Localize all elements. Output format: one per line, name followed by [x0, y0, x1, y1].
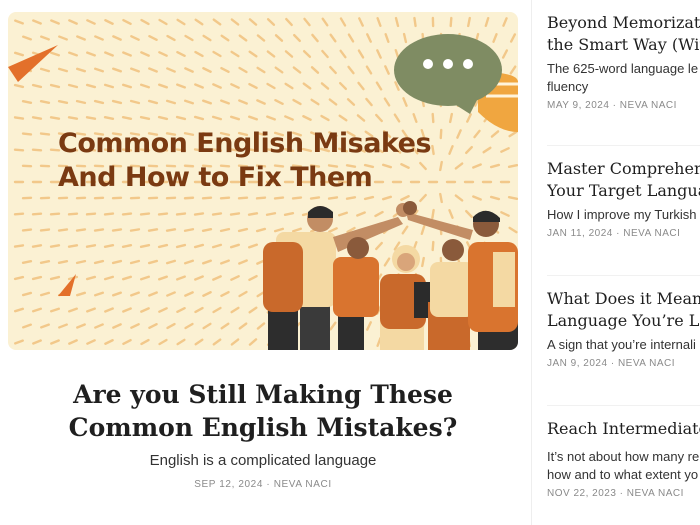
sidebar-post-title-line2[interactable]: the Smart Way (With	[547, 34, 700, 56]
meta-separator: ·	[616, 228, 620, 239]
sidebar-post-meta: JAN 11, 2024 · NEVA NACI	[547, 228, 700, 239]
sidebar-separator	[547, 405, 700, 406]
sidebar-post-title[interactable]: Master Comprehens Your Target Languag	[547, 158, 700, 202]
featured-title-line1[interactable]: Are you Still Making These	[73, 380, 453, 409]
sidebar-separator	[547, 145, 700, 146]
hero-headline: Common English Misakes And How to Fix Th…	[58, 127, 478, 195]
sidebar-separator	[547, 275, 700, 276]
sidebar-post-date: JAN 11, 2024	[547, 228, 613, 239]
sidebar-post-subtitle: A sign that you’re internali	[547, 337, 696, 352]
meta-separator: ·	[612, 100, 617, 111]
sidebar-post[interactable]: Reach Intermediate It’s not about how ma…	[547, 418, 700, 499]
sidebar-post-title-line1[interactable]: Reach Intermediate	[547, 418, 700, 440]
accent-triangle-left	[8, 45, 58, 82]
sidebar-post-title-line2[interactable]: Your Target Languag	[547, 180, 700, 202]
hero-headline-line2: And How to Fix Them	[58, 162, 373, 193]
sidebar-post[interactable]: Master Comprehens Your Target Languag Ho…	[547, 158, 700, 239]
sidebar-post-title[interactable]: What Does it Mean W Language You’re Lea	[547, 288, 700, 332]
sidebar-post-date: NOV 22, 2023	[547, 488, 617, 499]
sidebar-post[interactable]: What Does it Mean W Language You’re Lea …	[547, 288, 700, 369]
sidebar-post-meta: MAY 9, 2024 · NEVA NACI	[547, 100, 700, 111]
featured-post-title[interactable]: Are you Still Making These Common Englis…	[8, 378, 518, 444]
meta-separator: ·	[619, 488, 624, 499]
sidebar-post-meta: NOV 22, 2023 · NEVA NACI	[547, 488, 700, 499]
sidebar-post[interactable]: Beyond Memorizatio the Smart Way (With T…	[547, 12, 700, 111]
sidebar-post-title-line1[interactable]: Master Comprehens	[547, 158, 700, 180]
sidebar-post-title-line1[interactable]: Beyond Memorizatio	[547, 12, 700, 34]
sidebar-post-title[interactable]: Beyond Memorizatio the Smart Way (With	[547, 12, 700, 56]
sidebar-post-author[interactable]: NEVA NACI	[627, 488, 684, 499]
hero-headline-line1: Common English Misakes	[58, 128, 432, 159]
sidebar-post-author[interactable]: NEVA NACI	[618, 358, 675, 369]
sidebar-post-title-line2[interactable]: Language You’re Lea	[547, 310, 700, 332]
sidebar-post-date: JAN 9, 2024	[547, 358, 608, 369]
meta-separator: ·	[266, 479, 271, 490]
sidebar-post-title[interactable]: Reach Intermediate	[547, 418, 700, 440]
sidebar-post-date: MAY 9, 2024	[547, 100, 610, 111]
featured-post-meta: SEP 12, 2024 · NEVA NACI	[8, 479, 518, 490]
meta-separator: ·	[610, 358, 615, 369]
sidebar-post-subtitle: How I improve my Turkish	[547, 207, 697, 222]
featured-post-image[interactable]: Common English Misakes And How to Fix Th…	[8, 12, 518, 350]
sidebar-post-author[interactable]: NEVA NACI	[623, 228, 680, 239]
sidebar-post-meta: JAN 9, 2024 · NEVA NACI	[547, 358, 700, 369]
sidebar-post-author[interactable]: NEVA NACI	[620, 100, 677, 111]
sidebar-post-title-line1[interactable]: What Does it Mean W	[547, 288, 700, 310]
sidebar-post-subtitle: It’s not about how many re how and to wh…	[547, 449, 700, 482]
featured-title-line2[interactable]: Common English Mistakes?	[69, 413, 458, 442]
featured-post-date: SEP 12, 2024	[194, 479, 263, 490]
column-divider	[531, 0, 532, 525]
featured-post[interactable]: Are you Still Making These Common Englis…	[8, 372, 518, 490]
people-high-five-illustration	[263, 201, 518, 350]
sidebar-post-subtitle: The 625-word language le fluency	[547, 61, 699, 94]
featured-post-author[interactable]: NEVA NACI	[274, 479, 332, 490]
featured-post-subtitle: English is a complicated language	[149, 452, 377, 469]
